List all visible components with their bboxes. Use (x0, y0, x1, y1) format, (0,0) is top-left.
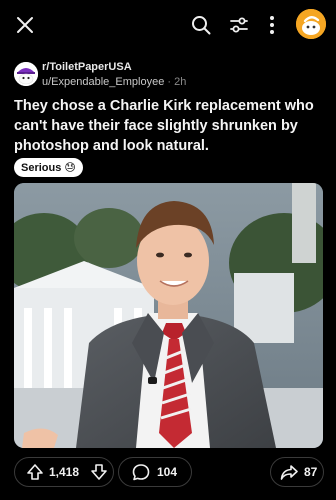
top-bar (0, 0, 336, 52)
vote-count: 1,418 (48, 465, 80, 479)
share-count: 87 (304, 465, 318, 479)
separator: · (167, 76, 172, 88)
user-avatar[interactable] (296, 9, 326, 39)
share-button[interactable]: 87 (270, 457, 324, 487)
post-image[interactable] (14, 183, 323, 448)
comment-count: 104 (157, 465, 178, 479)
more-options-button[interactable] (262, 12, 282, 38)
sort-button[interactable] (226, 12, 252, 38)
search-icon (192, 16, 211, 35)
comment-icon (132, 464, 150, 481)
comments-button[interactable]: 104 (118, 457, 192, 487)
post-title[interactable]: They chose a Charlie Kirk replacement wh… (14, 96, 326, 156)
close-icon (17, 17, 33, 33)
subreddit-name[interactable]: r/ToiletPaperUSA (42, 61, 132, 73)
upvote-icon (27, 464, 43, 480)
post-age: 2h (174, 76, 187, 88)
search-button[interactable] (188, 12, 214, 38)
more-vertical-icon (270, 16, 274, 34)
comment-icon-wrap (129, 460, 153, 484)
share-icon-wrap (277, 460, 301, 484)
subreddit-icon (14, 62, 38, 86)
post-header: r/ToiletPaperUSA u/Expendable_Employee ·… (14, 60, 324, 92)
close-button[interactable] (12, 12, 38, 38)
flair-emoji: 😓 (64, 162, 76, 174)
post-flair[interactable]: Serious 😓 (14, 158, 83, 177)
author-line: u/Expendable_Employee · 2h (42, 76, 186, 88)
upvote-button[interactable] (21, 458, 49, 486)
author-name[interactable]: u/Expendable_Employee (42, 76, 164, 88)
share-icon (280, 465, 298, 480)
post-actions: 1,418 104 87 (14, 457, 324, 489)
sort-icon (230, 17, 248, 33)
downvote-icon (91, 464, 107, 480)
vote-pill: 1,418 (14, 457, 114, 487)
post-photo (14, 183, 323, 448)
avatar-icon (296, 9, 326, 39)
flair-label: Serious (21, 161, 62, 174)
subreddit-avatar[interactable] (14, 62, 38, 86)
downvote-button[interactable] (85, 458, 113, 486)
